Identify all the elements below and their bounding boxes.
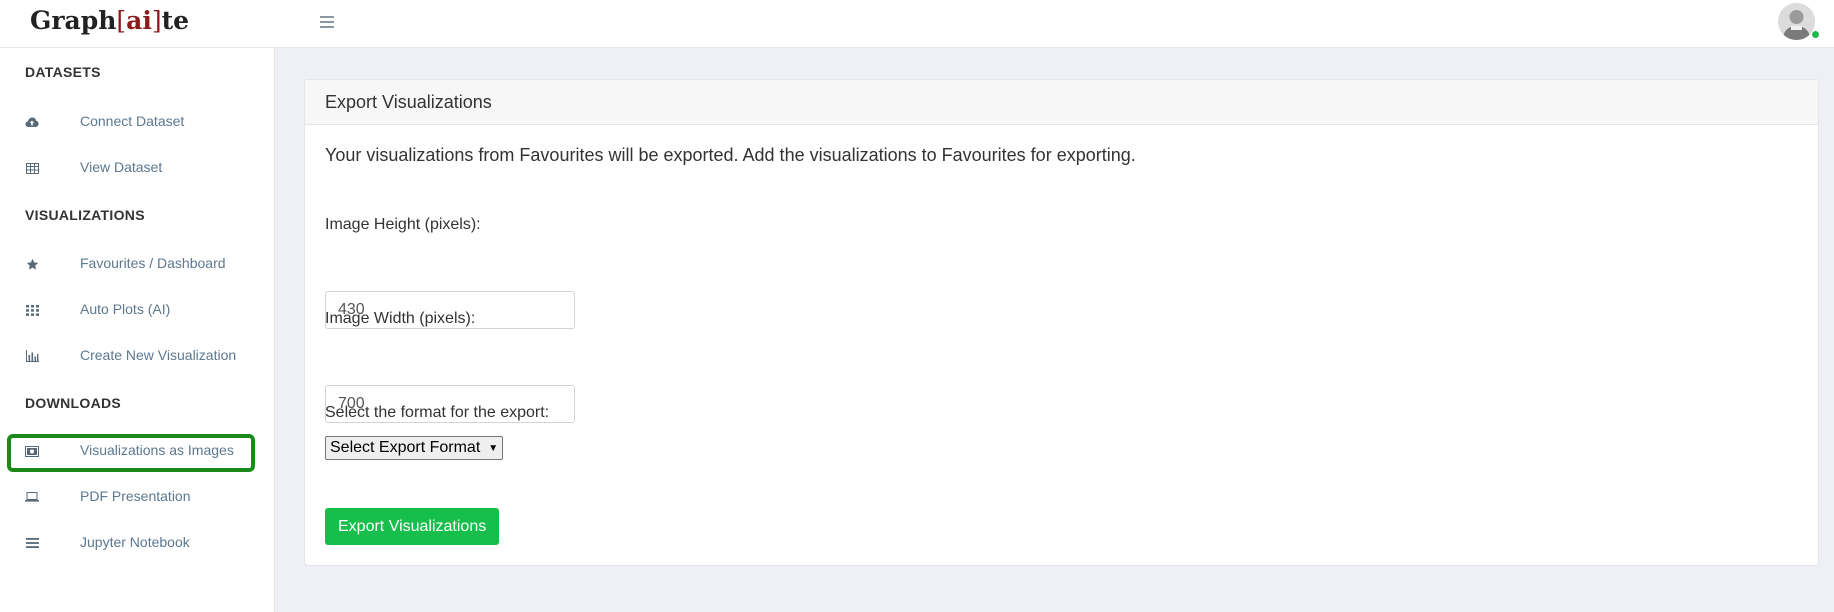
caret-down-icon: ▼ (488, 442, 499, 454)
sidebar-item-label: Auto Plots (AI) (80, 301, 171, 317)
sidebar-item-label: Create New Visualization (80, 347, 237, 363)
sidebar-item-label: Favourites / Dashboard (80, 255, 226, 271)
section-title-visualizations: VISUALIZATIONS (25, 207, 145, 223)
sidebar-item-pdf-presentation[interactable]: PDF Presentation (0, 477, 275, 517)
export-format-selected: Select Export Format (330, 439, 481, 456)
format-label: Select the format for the export: (325, 404, 550, 421)
cloud-upload-icon (25, 115, 39, 129)
grid-icon (25, 303, 39, 317)
sidebar-item-favourites-dashboard[interactable]: Favourites / Dashboard (0, 244, 275, 284)
sidebar-item-auto-plots[interactable]: Auto Plots (AI) (0, 290, 275, 330)
sidebar-item-label: PDF Presentation (80, 488, 191, 504)
section-title-downloads: DOWNLOADS (25, 395, 122, 411)
sidebar-item-view-dataset[interactable]: View Dataset (0, 148, 275, 188)
sidebar-item-jupyter-notebook[interactable]: Jupyter Notebook (0, 523, 275, 563)
top-bar: Graph[ai]te (0, 0, 1834, 48)
star-icon (25, 257, 39, 271)
sidebar-item-create-new-visualization[interactable]: Create New Visualization (0, 336, 275, 376)
table-icon (25, 161, 39, 175)
sidebar-item-connect-dataset[interactable]: Connect Dataset (0, 102, 275, 142)
export-card: Export Visualizations Your visualization… (304, 79, 1819, 566)
export-format-select[interactable]: Select Export Format ▼ (325, 436, 504, 460)
app-logo[interactable]: Graph[ai]te (30, 6, 189, 35)
user-avatar-icon[interactable] (1778, 3, 1815, 40)
card-title: Export Visualizations (305, 80, 1818, 125)
sidebar-item-label: Connect Dataset (80, 113, 185, 129)
sidebar-item-label: View Dataset (80, 159, 163, 175)
online-status-icon (1811, 30, 1820, 39)
list-icon (25, 536, 39, 550)
bar-chart-icon (25, 349, 39, 363)
export-visualizations-button[interactable]: Export Visualizations (325, 508, 500, 545)
section-title-datasets: DATASETS (25, 64, 101, 80)
sidebar-item-label: Jupyter Notebook (80, 534, 190, 550)
laptop-icon (25, 490, 39, 504)
hamburger-icon[interactable] (320, 13, 338, 31)
export-description: Your visualizations from Favourites will… (325, 145, 1136, 165)
image-width-label: Image Width (pixels): (325, 310, 476, 327)
sidebar: DATASETS Connect Dataset View Dataset VI… (0, 48, 275, 612)
image-height-label: Image Height (pixels): (325, 216, 481, 233)
highlight-box (7, 434, 255, 472)
